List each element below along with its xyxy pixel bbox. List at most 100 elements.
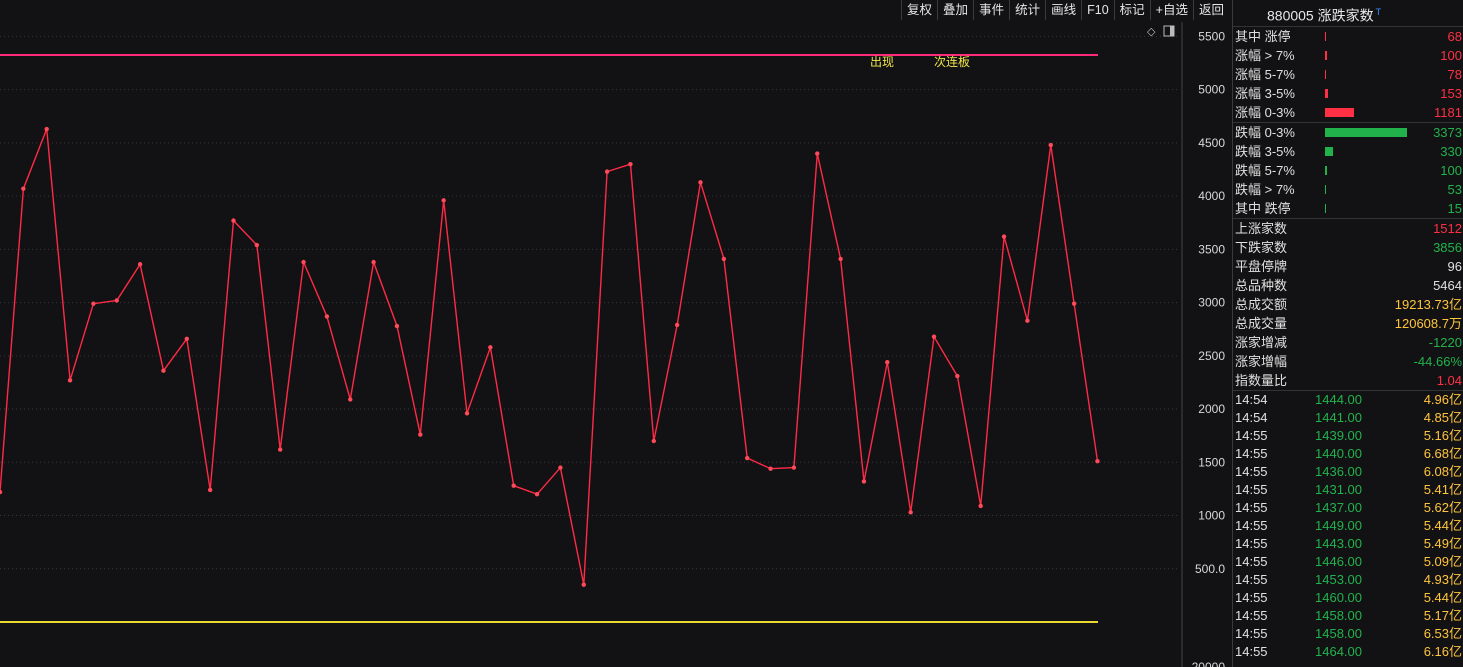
tick-time: 14:54 [1235,410,1268,425]
data-point [558,465,563,470]
dist-label: 跌幅 5-7% [1235,163,1295,178]
dist-label: 涨幅 3-5% [1235,86,1295,101]
y-tick-label-bottom: 20000 [1192,660,1226,667]
tick-price: 1437.00 [1315,500,1362,515]
stat-row: 涨家增减 -1220 [1233,333,1463,352]
tick-amount: 5.44亿 [1423,518,1462,533]
toolbar-button-f10[interactable]: F10 [1081,0,1114,20]
data-point [815,151,820,156]
tick-price: 1449.00 [1315,518,1362,533]
diamond-icon[interactable]: ◇ [1147,26,1156,38]
tick-list: 14:54 1444.00 4.96亿 14:54 1441.00 4.85亿 14:55 1… [1233,390,1463,661]
data-point [908,510,913,515]
line-chart[interactable]: 出现 次连板 5500 5000 4500 4000 3500 3000 2500 2000 1… [0,0,1232,667]
tick-time: 14:55 [1235,536,1268,551]
stat-value: 3856 [1433,240,1462,255]
tick-price: 1453.00 [1315,572,1362,587]
stat-label: 总品种数 [1235,278,1288,293]
tick-time: 14:55 [1235,428,1268,443]
toolbar-button-zixuan[interactable]: +自选 [1149,0,1193,20]
tick-price: 1458.00 [1315,608,1362,623]
tick-amount: 6.53亿 [1423,626,1462,641]
panel-toggle-icon-fill [1170,26,1174,36]
dist-bar [1325,70,1326,79]
data-point [674,322,680,328]
data-point [978,503,983,509]
stat-value: 1512 [1433,221,1462,236]
data-point [1095,459,1100,464]
y-tick-label: 5500 [1198,29,1225,43]
dist-value: 78 [1447,67,1462,82]
chart-area[interactable]: 出现 次连板 5500 5000 4500 4000 3500 3000 2500 2000 1… [0,0,1232,667]
tick-price: 1446.00 [1315,554,1362,569]
stat-label: 指数量比 [1235,373,1288,388]
dist-row: 涨幅 5-7% 78 [1233,65,1463,84]
dist-value: 15 [1447,201,1462,216]
tick-price: 1443.00 [1315,536,1362,551]
tick-row: 14:55 1453.00 4.93亿 [1233,571,1463,589]
tick-row: 14:54 1444.00 4.96亿 [1233,391,1463,409]
toolbar-button-fuquan[interactable]: 复权 [901,0,937,20]
dist-value: 100 [1440,163,1462,178]
data-point [418,432,423,437]
stat-value: 96 [1447,259,1462,274]
data-point [581,582,586,587]
toolbar-button-biaoji[interactable]: 标记 [1113,0,1150,20]
tick-amount: 4.93亿 [1423,572,1462,587]
data-point [604,169,610,174]
dist-bar [1325,108,1354,117]
dist-bar [1325,89,1329,98]
tick-row: 14:55 1443.00 5.49亿 [1233,535,1463,553]
dist-row: 涨幅 0-3% 1181 [1233,103,1463,122]
data-point [348,397,353,402]
y-tick-label: 2500 [1198,349,1225,363]
data-point [698,180,703,185]
y-tick-label: 4500 [1198,136,1225,150]
dist-label: 涨幅 > 7% [1235,48,1295,63]
tick-price: 1440.00 [1315,446,1362,461]
data-point [628,161,633,167]
data-point [838,256,843,262]
toolbar-button-huaxian[interactable]: 画线 [1045,0,1081,20]
tick-price: 1458.00 [1315,626,1362,641]
tick-amount: 4.96亿 [1423,392,1462,407]
data-point [278,447,283,452]
data-point [955,373,960,379]
dist-label: 涨幅 0-3% [1235,105,1295,120]
data-point [1071,301,1077,306]
data-point [885,360,890,365]
tick-row: 14:55 1436.00 6.08亿 [1233,463,1463,481]
series-line [0,128,1099,585]
tick-row: 14:55 1446.00 5.09亿 [1233,553,1463,571]
tick-price: 1439.00 [1315,428,1362,443]
dist-bar [1325,51,1327,60]
stat-label: 总成交额 [1235,297,1288,312]
y-tick-label: 3500 [1198,242,1225,256]
tick-time: 14:54 [1235,392,1268,407]
toolbar-button-shijian[interactable]: 事件 [973,0,1009,20]
stat-row: 总品种数 5464 [1233,276,1463,295]
tick-amount: 5.17亿 [1423,608,1462,623]
toolbar-button-tongji[interactable]: 统计 [1009,0,1045,20]
data-point [44,126,49,132]
data-point [1001,234,1007,239]
stat-label: 下跌家数 [1235,240,1288,255]
stats-list: 上涨家数 1512 下跌家数 3856 平盘停牌 96 总品种数 5464 总成交额 19213.… [1233,218,1463,390]
data-point [1048,142,1053,148]
data-point [254,242,260,248]
stat-label: 涨家增幅 [1235,354,1288,369]
data-point [861,479,867,484]
data-point [231,218,236,223]
dist-label: 其中 跌停 [1235,201,1291,216]
tick-price: 1464.00 [1315,644,1362,659]
toolbar-button-fanhui[interactable]: 返回 [1192,0,1229,20]
tick-price: 1460.00 [1315,590,1362,605]
stat-label: 总成交量 [1235,316,1288,331]
tick-time: 14:55 [1235,446,1268,461]
toolbar-button-diejia[interactable]: 叠加 [937,0,973,20]
dist-value: 330 [1440,144,1462,159]
dist-row: 涨幅 > 7% 100 [1233,46,1463,65]
tick-amount: 4.85亿 [1423,410,1462,425]
dist-row: 其中 涨停 68 [1233,27,1463,46]
tick-time: 14:55 [1235,500,1268,515]
